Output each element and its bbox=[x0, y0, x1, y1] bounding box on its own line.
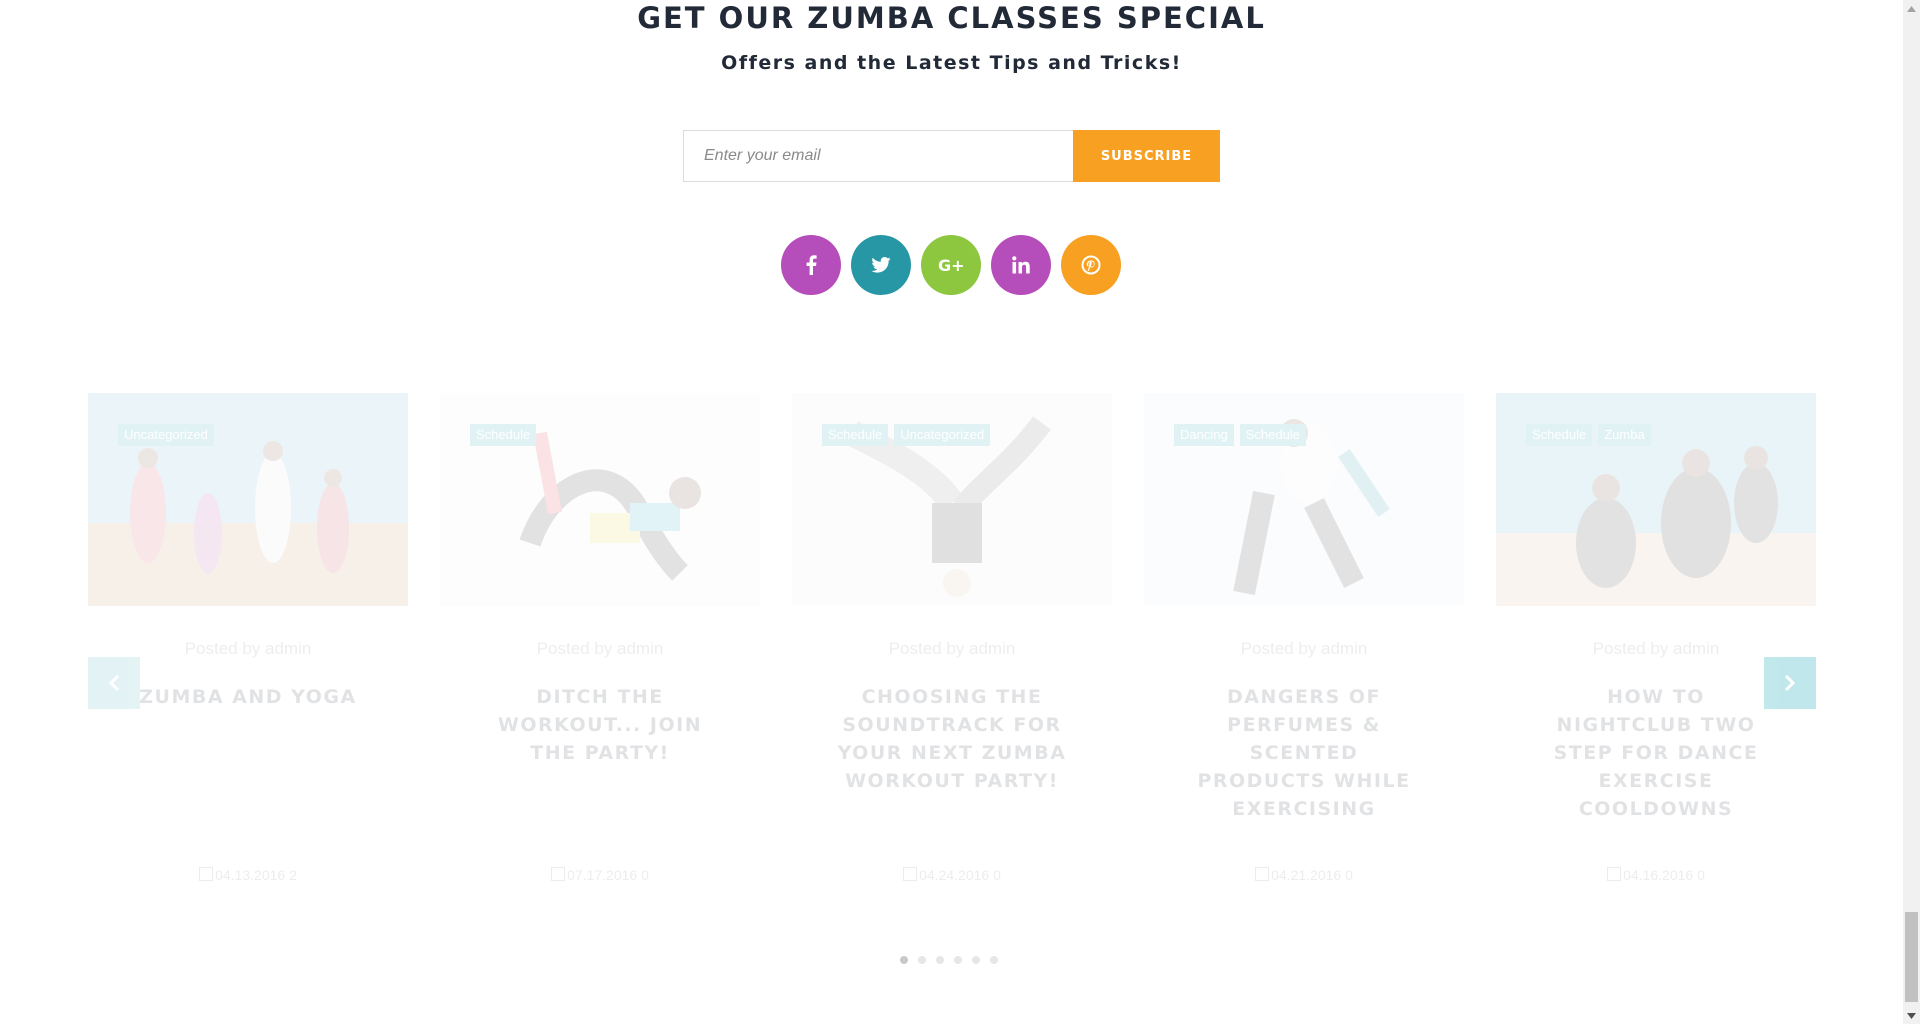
post-date-text: 04.16.2016 0 bbox=[1623, 867, 1705, 883]
facebook-icon bbox=[806, 255, 817, 275]
carousel-dot[interactable] bbox=[954, 956, 962, 964]
subscribe-form: SUBSCRIBE bbox=[683, 130, 1220, 182]
carousel-prev-button[interactable] bbox=[88, 657, 140, 709]
post-date-text: 04.13.2016 2 bbox=[215, 867, 297, 883]
post-date: 07.17.2016 0 bbox=[440, 867, 760, 883]
carousel-dot[interactable] bbox=[972, 956, 980, 964]
scroll-up-arrow-icon[interactable] bbox=[1903, 0, 1920, 17]
chevron-right-icon bbox=[1784, 674, 1796, 692]
carousel-dot[interactable] bbox=[936, 956, 944, 964]
post-card[interactable]: Schedule Posted by admin DITCH THE WORKO… bbox=[440, 393, 760, 913]
carousel-dot[interactable] bbox=[918, 956, 926, 964]
scroll-down-arrow-icon[interactable] bbox=[1903, 1007, 1920, 1024]
post-card[interactable]: Uncategorized Posted by admin ZUMBA AND … bbox=[88, 393, 408, 913]
carousel-dot[interactable] bbox=[990, 956, 998, 964]
post-author: Posted by admin bbox=[888, 639, 1016, 658]
blog-carousel: Uncategorized Posted by admin ZUMBA AND … bbox=[88, 393, 1816, 973]
post-date-text: 04.24.2016 0 bbox=[919, 867, 1001, 883]
twitter-icon bbox=[871, 257, 891, 273]
post-title[interactable]: DANGERS OF PERFUMES & SCENTED PRODUCTS W… bbox=[1184, 683, 1424, 823]
vertical-scrollbar[interactable] bbox=[1903, 0, 1920, 1024]
linkedin-icon bbox=[1012, 256, 1030, 274]
calendar-icon bbox=[1607, 867, 1622, 881]
post-card[interactable]: Schedule Zumba Posted by admin HOW TO NI… bbox=[1496, 393, 1816, 913]
calendar-icon bbox=[199, 867, 214, 881]
newsletter-subtitle: Offers and the Latest Tips and Tricks! bbox=[721, 52, 1182, 74]
post-tags: Schedule bbox=[470, 424, 537, 446]
post-tag[interactable]: Schedule bbox=[1239, 424, 1306, 446]
post-tags: Schedule Uncategorized bbox=[822, 424, 991, 446]
facebook-button[interactable] bbox=[781, 235, 841, 295]
newsletter-title: GET OUR ZUMBA CLASSES SPECIAL bbox=[637, 1, 1266, 35]
email-input[interactable] bbox=[683, 130, 1073, 182]
post-tag[interactable]: Schedule bbox=[470, 424, 537, 446]
calendar-icon bbox=[551, 867, 566, 881]
post-author: Posted by admin bbox=[1240, 639, 1368, 658]
carousel-next-button[interactable] bbox=[1764, 657, 1816, 709]
social-links: G+ bbox=[781, 235, 1121, 295]
post-date: 04.24.2016 0 bbox=[792, 867, 1112, 883]
svg-text:G+: G+ bbox=[938, 256, 964, 274]
post-tag[interactable]: Uncategorized bbox=[118, 424, 214, 446]
post-tags: Schedule Zumba bbox=[1526, 424, 1651, 446]
pinterest-button[interactable] bbox=[1061, 235, 1121, 295]
post-tag[interactable]: Dancing bbox=[1174, 424, 1234, 446]
carousel-pagination bbox=[900, 956, 998, 964]
post-author: Posted by admin bbox=[1592, 639, 1720, 658]
post-date-text: 04.21.2016 0 bbox=[1271, 867, 1353, 883]
post-tag[interactable]: Zumba bbox=[1598, 424, 1651, 446]
carousel-dot[interactable] bbox=[900, 956, 908, 964]
google-plus-icon: G+ bbox=[938, 256, 964, 274]
post-tag[interactable]: Uncategorized bbox=[894, 424, 991, 446]
post-date: 04.13.2016 2 bbox=[88, 867, 408, 883]
post-tags: Uncategorized bbox=[118, 424, 214, 446]
chevron-left-icon bbox=[108, 674, 120, 692]
twitter-button[interactable] bbox=[851, 235, 911, 295]
post-date: 04.21.2016 0 bbox=[1144, 867, 1464, 883]
post-tag[interactable]: Schedule bbox=[1526, 424, 1593, 446]
post-title[interactable]: DITCH THE WORKOUT... JOIN THE PARTY! bbox=[480, 683, 720, 767]
post-title[interactable]: CHOOSING THE SOUNDTRACK FOR YOUR NEXT ZU… bbox=[832, 683, 1072, 795]
post-tag[interactable]: Schedule bbox=[822, 424, 889, 446]
post-author: Posted by admin bbox=[184, 639, 312, 658]
subscribe-button[interactable]: SUBSCRIBE bbox=[1073, 130, 1220, 182]
post-date: 04.16.2016 0 bbox=[1496, 867, 1816, 883]
post-tags: Dancing Schedule bbox=[1174, 424, 1306, 446]
post-title[interactable]: HOW TO NIGHTCLUB TWO STEP FOR DANCE EXER… bbox=[1536, 683, 1776, 823]
scrollbar-thumb[interactable] bbox=[1905, 912, 1918, 1002]
calendar-icon bbox=[1255, 867, 1270, 881]
linkedin-button[interactable] bbox=[991, 235, 1051, 295]
pinterest-icon bbox=[1081, 255, 1101, 275]
post-date-text: 07.17.2016 0 bbox=[567, 867, 649, 883]
post-author: Posted by admin bbox=[536, 639, 664, 658]
post-card[interactable]: Dancing Schedule Posted by admin DANGERS… bbox=[1144, 393, 1464, 913]
carousel-track: Uncategorized Posted by admin ZUMBA AND … bbox=[88, 393, 1816, 913]
calendar-icon bbox=[903, 867, 918, 881]
google-plus-button[interactable]: G+ bbox=[921, 235, 981, 295]
post-card[interactable]: Schedule Uncategorized Posted by admin C… bbox=[792, 393, 1112, 913]
post-title[interactable]: ZUMBA AND YOGA bbox=[128, 683, 368, 711]
page: GET OUR ZUMBA CLASSES SPECIAL Offers and… bbox=[0, 0, 1903, 1024]
